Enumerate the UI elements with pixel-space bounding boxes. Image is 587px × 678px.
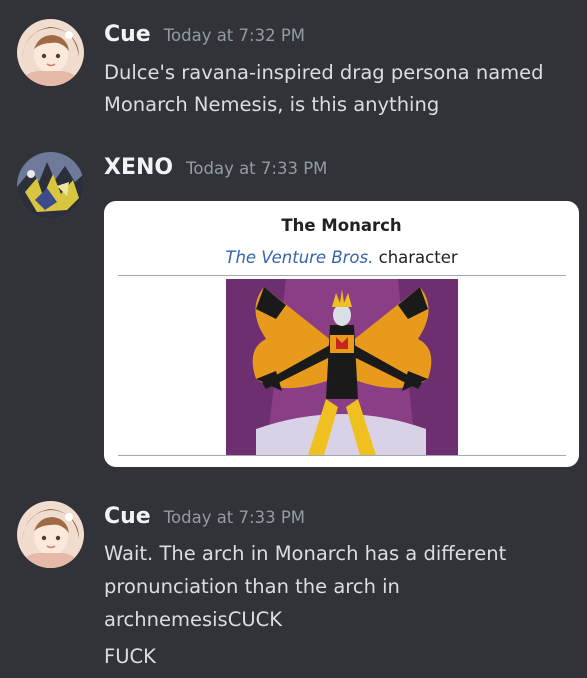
- avatar[interactable]: [17, 152, 84, 219]
- username[interactable]: Cue: [104, 22, 151, 47]
- username[interactable]: XENO: [104, 155, 173, 180]
- chat-log: Cue Today at 7:32 PM Dulce's ravana-insp…: [0, 0, 587, 678]
- embed-image[interactable]: [226, 279, 458, 455]
- monarch-character-image: [226, 279, 458, 455]
- wiki-embed-card[interactable]: The Monarch The Venture Bros. character: [104, 201, 579, 467]
- avatar[interactable]: [17, 19, 84, 86]
- message-text-line: Dulce's ravana-inspired drag persona nam…: [104, 61, 544, 84]
- embed-subtitle-link[interactable]: The Venture Bros.: [225, 248, 373, 267]
- timestamp: Today at 7:33 PM: [163, 508, 306, 527]
- embed-subtitle: The Venture Bros. character: [104, 248, 579, 267]
- embed-divider: [118, 455, 566, 456]
- message-text-line: pronunciation than the arch in: [104, 575, 400, 598]
- embed-subtitle-text: character: [373, 248, 458, 267]
- message-header: Cue Today at 7:32 PM: [104, 22, 305, 56]
- avatar[interactable]: [17, 501, 84, 568]
- embed-divider: [118, 275, 566, 276]
- message-text-line: Monarch Nemesis, is this anything: [104, 93, 440, 116]
- timestamp: Today at 7:32 PM: [163, 26, 306, 45]
- message-text-line: Wait. The arch in Monarch has a differen…: [104, 542, 507, 565]
- timestamp: Today at 7:33 PM: [186, 159, 328, 178]
- message-text-line: archnemesisCUCK: [104, 608, 282, 631]
- avatar-cue-image: [17, 501, 84, 568]
- avatar-xeno-image: [17, 152, 84, 219]
- avatar-cue-image: [17, 19, 84, 86]
- username[interactable]: Cue: [104, 504, 151, 529]
- message-text-line: FUCK: [104, 645, 156, 668]
- message-header: XENO Today at 7:33 PM: [104, 155, 327, 189]
- message-header: Cue Today at 7:33 PM: [104, 504, 305, 538]
- embed-title: The Monarch: [281, 216, 402, 235]
